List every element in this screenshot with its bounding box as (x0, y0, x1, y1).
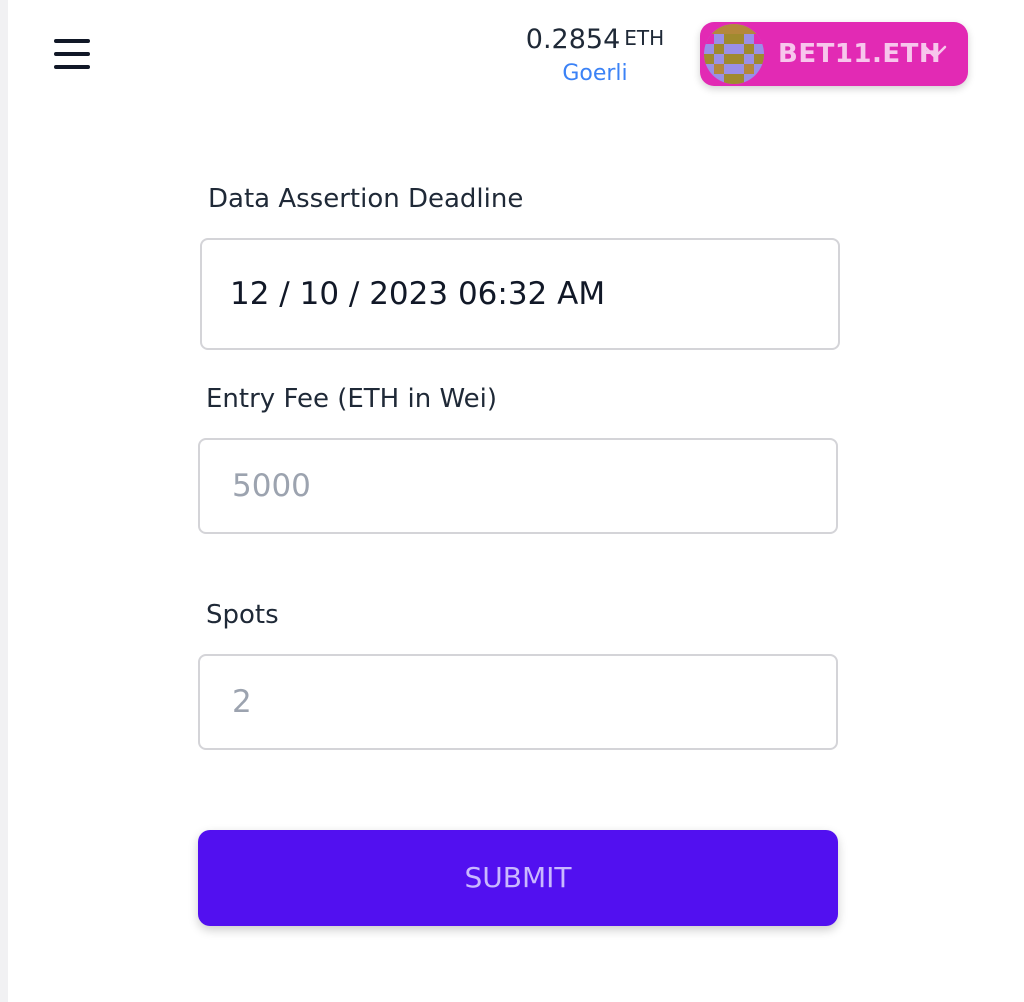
network-name[interactable]: Goerli (510, 61, 680, 87)
deadline-label: Data Assertion Deadline (208, 184, 524, 214)
left-edge-strip (0, 0, 8, 1002)
submit-button[interactable]: SUBMIT (198, 830, 838, 926)
spots-input[interactable]: 2 (198, 654, 838, 750)
spots-label: Spots (206, 600, 279, 630)
pixel-avatar-icon (704, 24, 764, 84)
menu-line (54, 65, 90, 69)
chevron-down-icon (922, 42, 948, 62)
wallet-balance: 0.2854 ETH Goerli (510, 20, 680, 87)
menu-line (54, 39, 90, 43)
entry-fee-input[interactable]: 5000 (198, 438, 838, 534)
spots-placeholder: 2 (232, 684, 252, 720)
entry-fee-label: Entry Fee (ETH in Wei) (206, 384, 498, 414)
account-name: BET11.ETH (778, 39, 942, 69)
balance-amount: 0.2854 (525, 24, 621, 55)
hamburger-menu-icon[interactable] (52, 36, 92, 72)
entry-fee-placeholder: 5000 (232, 468, 311, 504)
deadline-datetime-input[interactable]: 12 / 10 / 2023 06:32 AM (200, 238, 840, 350)
account-button[interactable]: BET11.ETH (700, 22, 968, 86)
menu-line (54, 52, 90, 56)
balance-unit: ETH (624, 26, 665, 50)
deadline-value: 12 / 10 / 2023 06:32 AM (230, 276, 606, 312)
